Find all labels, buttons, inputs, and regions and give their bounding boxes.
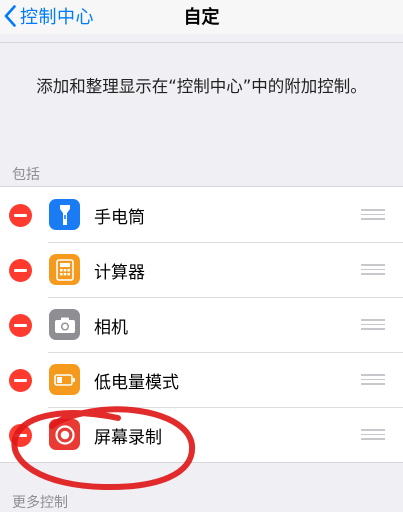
battery-icon [49,364,80,395]
camera-icon [49,309,80,340]
remove-button[interactable] [9,204,32,227]
list-item-low-power: 低电量模式 [0,352,403,407]
list-item-screen-recording: 屏幕录制 [0,407,403,462]
back-button[interactable]: 控制中心 [4,2,94,30]
list-item-camera: 相机 [0,297,403,352]
back-button-label: 控制中心 [20,7,94,28]
flashlight-icon [49,199,80,230]
section-header-more: 更多控制 [12,495,68,511]
reorder-handle[interactable] [361,264,385,275]
remove-button[interactable] [9,259,32,282]
reorder-handle[interactable] [361,319,385,330]
item-label: 低电量模式 [94,373,179,393]
remove-button[interactable] [9,369,32,392]
chevron-left-icon [4,5,16,27]
navigation-bar: 控制中心 自定 [0,0,403,34]
screen-record-icon [49,419,80,450]
calculator-icon [49,254,80,285]
navbar-divider [0,42,403,43]
reorder-handle[interactable] [361,429,385,440]
item-label: 计算器 [94,263,145,283]
item-label: 屏幕录制 [94,428,162,448]
section-header-include: 包括 [12,167,40,183]
list-item-calculator: 计算器 [0,242,403,297]
reorder-handle[interactable] [361,209,385,220]
remove-button[interactable] [9,424,32,447]
remove-button[interactable] [9,314,32,337]
list-item-flashlight: 手电筒 [0,187,403,242]
item-label: 手电筒 [94,208,145,228]
item-label: 相机 [94,318,128,338]
description-text: 添加和整理显示在“控制中心”中的附加控制。 [36,77,367,96]
reorder-handle[interactable] [361,374,385,385]
included-controls-list: 手电筒 计算器 相机 低电量模式 屏幕录制 [0,186,403,463]
